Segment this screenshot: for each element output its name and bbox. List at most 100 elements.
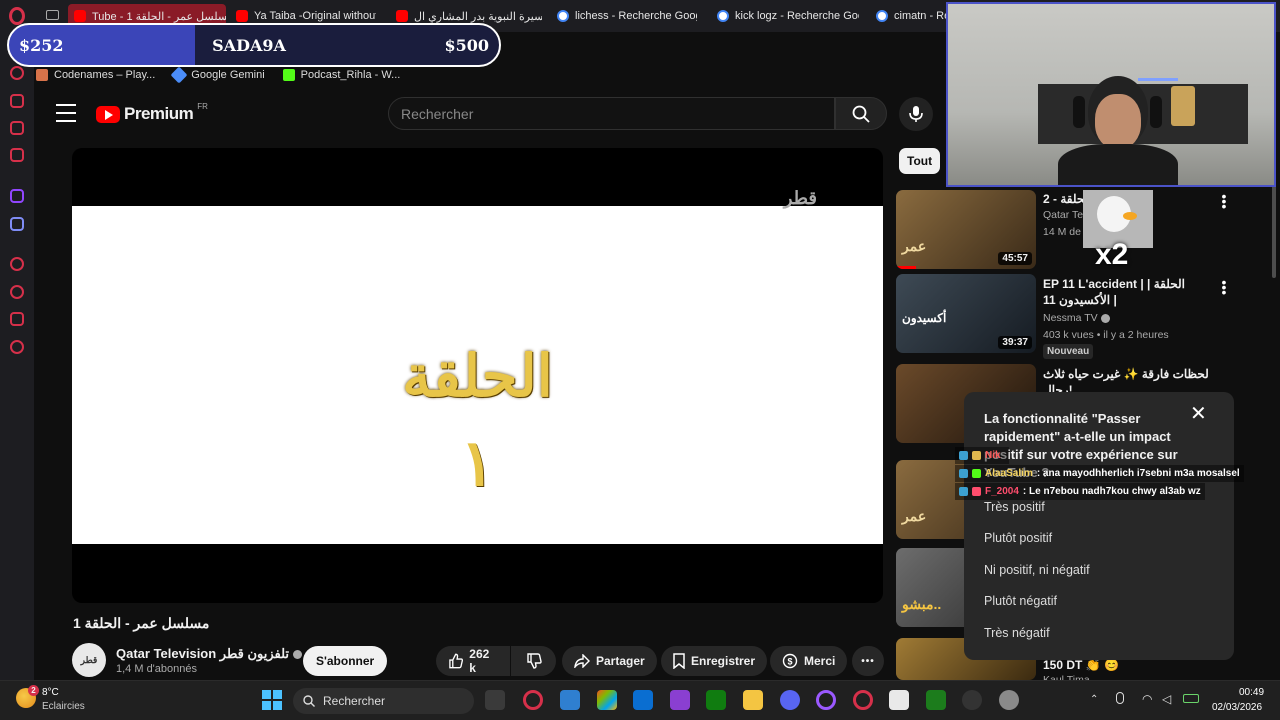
recommendation-thumbnail[interactable]: أكسيدون 39:37 [896, 274, 1036, 353]
aria-icon[interactable] [10, 66, 24, 80]
save-label: Enregistrer [691, 654, 756, 668]
tab-lichess[interactable]: lichess - Recherche Goog [557, 4, 697, 28]
clock-date[interactable]: 02/03/2026 [1212, 702, 1262, 713]
xbox-icon[interactable] [706, 690, 726, 710]
opera-logo-icon[interactable] [9, 7, 25, 25]
battery-icon[interactable] [1183, 694, 1199, 703]
settings-icon[interactable] [999, 690, 1019, 710]
bookmark-podcast-rihla[interactable]: Podcast_Rihla - W... [282, 69, 400, 81]
task-view-icon[interactable] [485, 690, 505, 710]
file-explorer-icon[interactable] [743, 690, 763, 710]
weather-alert-badge: 2 [28, 685, 39, 696]
close-icon[interactable]: ✕ [1190, 404, 1207, 424]
chat-message: F_2004: Le n7ebou nadh7kou chwy al3ab wz [955, 483, 1205, 500]
store-icon[interactable] [633, 690, 653, 710]
tab-cimatn[interactable]: cimatn - Re [876, 4, 946, 28]
svg-text:$: $ [787, 657, 792, 667]
workspace-icon[interactable] [10, 94, 24, 108]
discord-icon[interactable] [10, 217, 24, 231]
opera-gx-icon[interactable] [523, 690, 543, 710]
notepad-icon[interactable] [889, 690, 909, 710]
weather-temperature[interactable]: 8°C [42, 687, 59, 698]
bookmark-icon [673, 653, 685, 669]
copilot-icon[interactable] [597, 690, 617, 710]
emote-multiplier: x2 [1095, 238, 1129, 271]
taskbar-search[interactable]: Rechercher [293, 688, 474, 714]
headphones-icon [1150, 96, 1162, 128]
super-thanks-icon: $ [782, 653, 798, 669]
bookmark-label: Codenames – Play... [54, 69, 156, 81]
youtube-premium-logo[interactable]: Premium FR [96, 102, 208, 124]
recommendation-thumbnail[interactable]: عمر 45:57 [896, 190, 1036, 269]
photos-icon[interactable] [560, 690, 580, 710]
like-button[interactable]: 262 k [436, 646, 510, 676]
bookmark-codenames[interactable]: Codenames – Play... [36, 69, 155, 81]
opera-gx-icon[interactable] [853, 690, 873, 710]
video-player[interactable]: الحلقة ١ قطر [72, 148, 883, 603]
thanks-button[interactable]: $ Merci [770, 646, 848, 676]
recommendation-channel[interactable]: Nessma TV [1043, 312, 1110, 324]
chip-all[interactable]: Tout [899, 148, 941, 174]
subscribe-button[interactable]: S'abonner [303, 646, 388, 676]
more-icon: ••• [861, 655, 875, 667]
search-input[interactable]: Rechercher [388, 97, 835, 130]
youtube-play-icon [96, 105, 120, 123]
streamer-face [1095, 94, 1141, 149]
more-actions-button[interactable]: ••• [852, 646, 884, 676]
microphone-icon[interactable] [1116, 692, 1124, 704]
chat-badge-icon [972, 469, 981, 478]
survey-option-negative[interactable]: Plutôt négatif [984, 594, 1057, 608]
watch-progress-bar [896, 266, 916, 269]
windows-start-icon[interactable] [262, 690, 282, 710]
bookmark-gemini[interactable]: Google Gemini [170, 66, 265, 84]
chevron-up-icon[interactable]: ⌃ [1090, 694, 1098, 705]
wallet-icon[interactable] [10, 121, 24, 135]
opera-sidebar [0, 32, 34, 680]
streamer-shirt [1058, 144, 1178, 185]
survey-option-very-positive[interactable]: Très positif [984, 500, 1045, 514]
volume-icon[interactable]: ◁ [1162, 692, 1171, 706]
twitch-icon[interactable] [10, 189, 24, 203]
video-title: مسلسل عمر - الحلقة 1 [73, 615, 210, 631]
channel-name-text: Qatar Television تلفزيون قطر [116, 646, 290, 661]
more-vert-icon[interactable]: • • • [1220, 189, 1228, 213]
extensions-icon[interactable] [10, 312, 24, 326]
search-icon [852, 105, 870, 123]
clock-time[interactable]: 00:49 [1239, 687, 1264, 698]
channel-avatar[interactable]: قطر [72, 643, 106, 677]
google-icon [557, 10, 569, 22]
save-button[interactable]: Enregistrer [661, 646, 768, 676]
settings-icon[interactable] [10, 340, 24, 354]
proton-icon[interactable] [670, 690, 690, 710]
history-icon[interactable] [10, 285, 24, 299]
wifi-icon[interactable]: ◠ [1142, 692, 1152, 706]
channel-name[interactable]: Qatar Television تلفزيون قطر [116, 646, 302, 662]
discord-icon[interactable] [780, 690, 800, 710]
codenames-icon [36, 69, 48, 81]
episode-title-card: الحلقة [402, 342, 553, 410]
more-vert-icon[interactable]: • • • [1220, 275, 1228, 299]
chat-message: AlaaSalim: ana mayodhherlich i7sebni m3a… [955, 465, 1244, 482]
survey-option-neutral[interactable]: Ni positif, ni négatif [984, 563, 1090, 577]
opera-icon[interactable] [816, 690, 836, 710]
decor-lamp [1171, 86, 1195, 126]
recommendation-meta: 403 k vues • il y a 2 heures [1043, 329, 1169, 341]
tab-kick-logz[interactable]: kick logz - Recherche Goo [717, 4, 859, 28]
player-icon[interactable] [10, 257, 24, 271]
dislike-button[interactable] [511, 646, 556, 676]
survey-option-very-negative[interactable]: Très négatif [984, 626, 1050, 640]
obs-icon[interactable] [926, 690, 946, 710]
tab-overview-icon[interactable] [46, 10, 59, 20]
streaming-app-icon[interactable] [962, 690, 982, 710]
recommendation-title[interactable]: EP 11 L'accident | الحلقة | الأكسيدون 11… [1043, 276, 1213, 308]
google-icon [876, 10, 888, 22]
weather-description[interactable]: Eclaircies [42, 701, 85, 712]
mail-icon[interactable] [10, 148, 24, 162]
voice-search-button[interactable] [899, 97, 933, 131]
survey-option-positive[interactable]: Plutôt positif [984, 531, 1052, 545]
episode-number-card: ١ [460, 426, 495, 501]
chat-badge-icon [972, 487, 981, 496]
menu-icon[interactable] [56, 104, 76, 122]
search-button[interactable] [835, 97, 887, 130]
share-button[interactable]: Partager [562, 646, 657, 676]
